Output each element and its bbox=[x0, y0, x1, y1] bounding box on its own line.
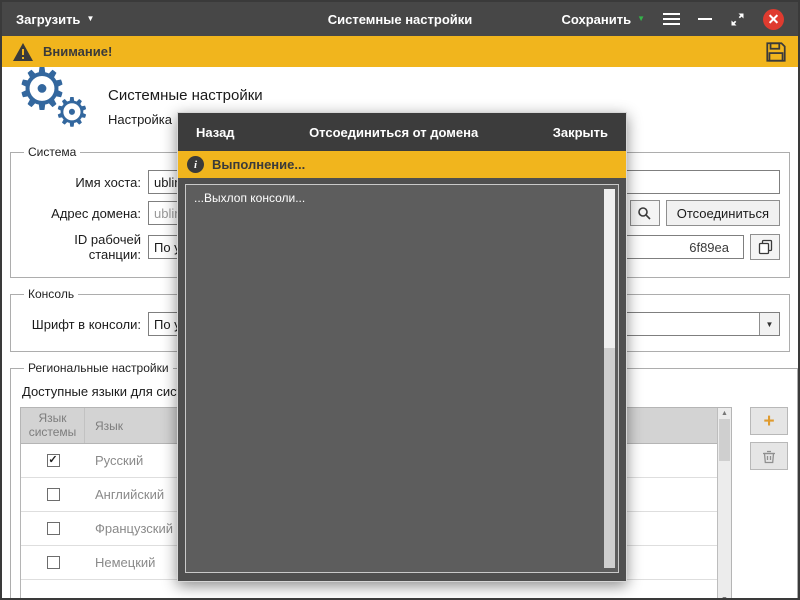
language-checkbox[interactable] bbox=[47, 488, 60, 501]
save-menu-button[interactable]: Сохранить ▼ bbox=[561, 12, 645, 27]
table-scrollbar[interactable]: ▲ ▼ bbox=[717, 408, 731, 598]
hostname-label: Имя хоста: bbox=[20, 175, 148, 190]
system-language-cell bbox=[21, 556, 85, 569]
disconnect-button[interactable]: Отсоединиться bbox=[666, 200, 780, 226]
domain-label: Адрес домена: bbox=[20, 206, 148, 221]
console-legend: Консоль bbox=[24, 287, 78, 301]
language-checkbox[interactable]: ✓ bbox=[47, 454, 60, 467]
back-button[interactable]: Назад bbox=[196, 125, 235, 140]
maximize-button[interactable] bbox=[730, 12, 745, 27]
scroll-up-icon[interactable]: ▲ bbox=[721, 409, 728, 419]
gears-icon: ⚙ ⚙ bbox=[14, 75, 108, 141]
language-checkbox[interactable] bbox=[47, 556, 60, 569]
column-header-system-language: Язык системы bbox=[21, 408, 85, 443]
dialog-header: Назад Отсоединиться от домена Закрыть bbox=[178, 113, 626, 151]
station-id-value-tail: 6f89ea bbox=[689, 240, 729, 255]
search-icon bbox=[637, 206, 652, 221]
menu-icon[interactable] bbox=[663, 13, 680, 25]
expand-icon bbox=[730, 12, 745, 27]
trash-icon bbox=[762, 449, 776, 464]
add-language-button[interactable]: + bbox=[750, 407, 788, 435]
app-window: Системные настройки Загрузить ▼ Сохранит… bbox=[0, 0, 800, 600]
save-menu-label: Сохранить bbox=[561, 12, 631, 27]
copy-id-button[interactable] bbox=[750, 234, 780, 260]
chevron-down-icon[interactable]: ▼ bbox=[759, 313, 779, 335]
minimize-button[interactable] bbox=[698, 18, 712, 20]
system-language-cell bbox=[21, 488, 85, 501]
warning-bar: Внимание! bbox=[2, 36, 798, 67]
language-checkbox[interactable] bbox=[47, 522, 60, 535]
station-id-label: ID рабочей станции: bbox=[20, 232, 148, 262]
copy-icon bbox=[758, 239, 773, 255]
search-domain-button[interactable] bbox=[630, 200, 660, 226]
chevron-down-icon: ▼ bbox=[86, 15, 94, 23]
console-scrollbar[interactable] bbox=[604, 189, 615, 568]
console-scrollbar-thumb[interactable] bbox=[604, 189, 615, 348]
progress-dialog: Назад Отсоединиться от домена Закрыть i … bbox=[177, 112, 627, 582]
chevron-down-icon: ▼ bbox=[637, 15, 645, 23]
save-file-button[interactable] bbox=[764, 40, 788, 64]
scrollbar-thumb[interactable] bbox=[719, 419, 730, 461]
plus-icon: + bbox=[763, 412, 774, 431]
load-menu-label: Загрузить bbox=[16, 12, 80, 27]
console-output: ...Выхлоп консоли... bbox=[185, 184, 619, 573]
save-disk-icon bbox=[764, 40, 788, 64]
info-icon: i bbox=[187, 156, 204, 173]
console-output-text: ...Выхлоп консоли... bbox=[194, 191, 305, 205]
warning-icon bbox=[12, 42, 34, 62]
scroll-down-icon[interactable]: ▼ bbox=[721, 595, 728, 598]
close-button[interactable] bbox=[763, 9, 784, 30]
page-title: Системные настройки bbox=[108, 87, 263, 104]
system-language-cell bbox=[21, 522, 85, 535]
load-menu-button[interactable]: Загрузить ▼ bbox=[2, 12, 94, 27]
system-language-cell: ✓ bbox=[21, 454, 85, 467]
disconnect-domain-button[interactable]: Отсоединиться от домена bbox=[309, 125, 478, 140]
dialog-close-button[interactable]: Закрыть bbox=[553, 125, 608, 140]
titlebar: Системные настройки Загрузить ▼ Сохранит… bbox=[2, 2, 798, 36]
console-font-label: Шрифт в консоли: bbox=[20, 317, 148, 332]
warning-text: Внимание! bbox=[43, 44, 112, 59]
dialog-status-bar: i Выполнение... bbox=[178, 151, 626, 178]
delete-language-button[interactable] bbox=[750, 442, 788, 470]
regional-legend: Региональные настройки bbox=[24, 361, 173, 375]
system-legend: Система bbox=[24, 145, 80, 159]
dialog-status-text: Выполнение... bbox=[212, 157, 305, 172]
